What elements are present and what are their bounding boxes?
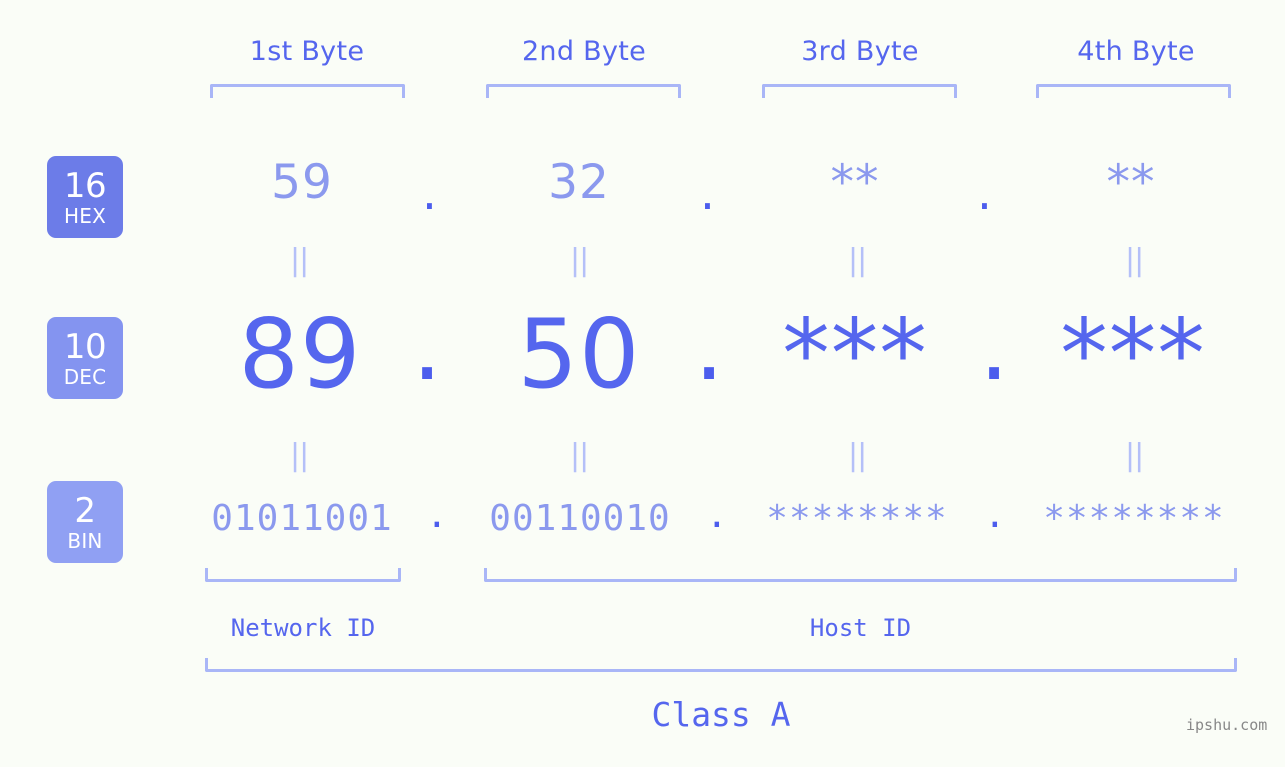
hex-separator-1: . [422,166,437,221]
dec-separator-1: . [412,292,443,402]
class-bracket [205,658,1237,672]
dec-separator-3: . [979,292,1010,402]
hex-byte-1: 59 [271,155,333,210]
host-id-bracket [484,568,1237,582]
byte-bracket-2 [486,84,681,98]
hex-byte-2: 32 [548,155,610,210]
bin-byte-1: 01011001 [211,498,393,539]
byte-bracket-1 [210,84,405,98]
bin-byte-3: ******** [766,498,948,539]
network-id-label: Network ID [230,614,376,642]
byte-bracket-4 [1036,84,1231,98]
base-badge-hex-number: 16 [63,165,107,206]
equals-icon-hex-dec-1: || [290,243,309,278]
base-badge-dec-name: DEC [63,364,107,389]
byte-header-2: 2nd Byte [521,36,647,67]
dec-separator-2: . [694,292,725,402]
bin-byte-2: 00110010 [489,498,671,539]
equals-icon-hex-dec-3: || [848,243,867,278]
base-badge-dec-number: 10 [63,326,107,367]
base-badge-hex: 16 HEX [47,156,123,238]
equals-icon-hex-dec-4: || [1125,243,1144,278]
bin-separator-1: . [426,495,448,536]
byte-header-4: 4th Byte [1077,36,1195,67]
dec-byte-4: *** [1060,300,1206,410]
equals-icon-dec-bin-1: || [290,438,309,473]
base-badge-bin-number: 2 [74,490,96,531]
equals-icon-dec-bin-2: || [570,438,589,473]
watermark: ipshu.com [1186,716,1268,734]
hex-separator-2: . [700,166,715,221]
dec-byte-3: *** [782,300,928,410]
hex-byte-3: ** [830,155,880,210]
bin-byte-4: ******** [1043,498,1225,539]
base-badge-bin: 2 BIN [47,481,123,563]
base-badge-bin-name: BIN [67,528,103,553]
hex-separator-3: . [977,166,992,221]
network-id-bracket [205,568,401,582]
hex-byte-4: ** [1106,155,1156,210]
byte-header-1: 1st Byte [249,36,365,67]
equals-icon-dec-bin-4: || [1125,438,1144,473]
base-badge-hex-name: HEX [64,203,106,228]
dec-byte-1: 89 [238,300,362,410]
byte-bracket-3 [762,84,957,98]
bin-separator-2: . [706,495,728,536]
bin-separator-3: . [984,495,1006,536]
base-badge-dec: 10 DEC [47,317,123,399]
host-id-label: Host ID [809,614,912,642]
equals-icon-dec-bin-3: || [848,438,867,473]
dec-byte-2: 50 [517,300,641,410]
class-label: Class A [651,695,791,734]
equals-icon-hex-dec-2: || [570,243,589,278]
ip-address-diagram: 1st Byte 2nd Byte 3rd Byte 4th Byte 16 H… [0,0,1285,767]
byte-header-3: 3rd Byte [801,36,919,67]
